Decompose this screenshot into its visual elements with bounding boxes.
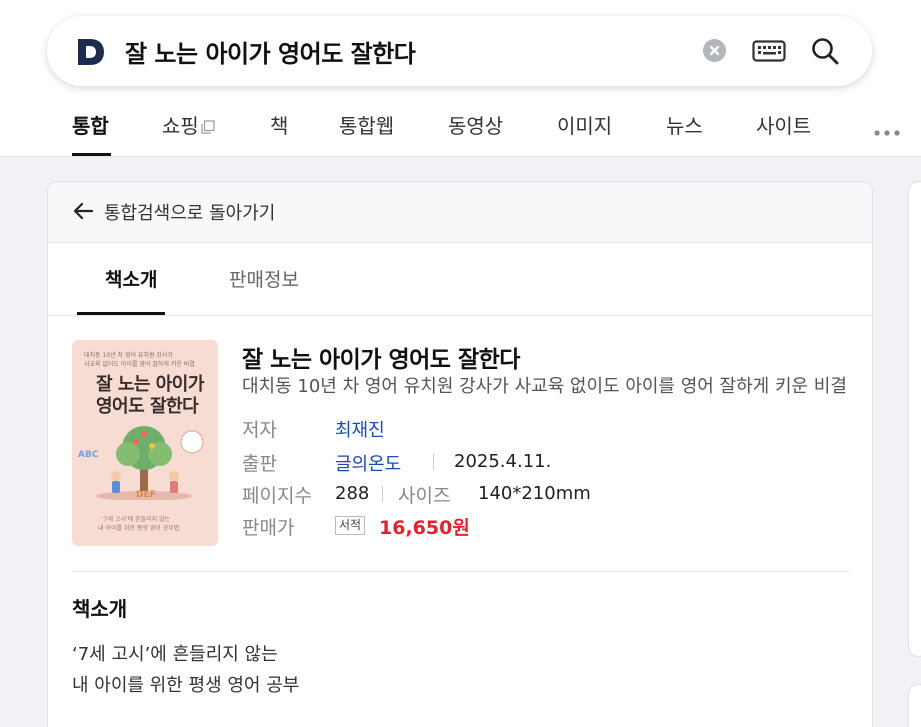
pages-label: 페이지수 [242, 485, 312, 507]
book-cover-image[interactable]: 대치동 10년 차 영어 유치원 강사가 사교육 없이도 아이를 영어 잘하게 … [72, 340, 218, 546]
adjacent-card-2 [908, 684, 921, 727]
book-title[interactable]: 잘 노는 아이가 영어도 잘한다 [242, 340, 520, 374]
separator [382, 486, 383, 502]
section-divider [72, 571, 849, 572]
tab-books[interactable]: 책 [270, 110, 288, 139]
store-badge: 서적 [335, 516, 366, 535]
subtab-sales-info[interactable]: 판매정보 [229, 265, 299, 292]
intro-heading: 책소개 [72, 597, 128, 621]
price-value[interactable]: 16,650원 [379, 513, 470, 540]
tab-images[interactable]: 이미지 [557, 110, 612, 139]
cover-letters-def: DEF [136, 490, 156, 500]
search-input[interactable]: 잘 노는 아이가 영어도 잘한다 [125, 34, 416, 69]
intro-line-2: 내 아이를 위한 평생 영어 공부 [72, 675, 300, 696]
price-label: 판매가 [242, 517, 295, 539]
cover-tagline-2: 사교육 없이도 아이를 영어 잘하게 키운 비결 [84, 361, 195, 368]
active-tab-indicator [72, 153, 111, 156]
new-window-icon [201, 115, 215, 134]
tab-shopping-label: 쇼핑 [162, 114, 199, 138]
publisher-label: 출판 [242, 453, 277, 475]
cover-letters-abc: ABC [78, 450, 99, 460]
author-label: 저자 [242, 419, 277, 441]
book-detail-card: 통합검색으로 돌아가기 책소개 판매정보 대치동 10년 차 영어 유치원 강사… [47, 181, 873, 727]
adjacent-card [908, 181, 921, 657]
book-subtitle: 대치동 10년 차 영어 유치원 강사가 사교육 없이도 아이를 영어 잘하게 … [242, 376, 847, 397]
tab-sites[interactable]: 사이트 [756, 110, 811, 139]
tab-video[interactable]: 동영상 [448, 110, 503, 139]
cover-bottom-line-1: '7세 고시'에 흔들리지 않는 [102, 516, 171, 523]
size-value: 140*210mm [478, 483, 591, 504]
separator [433, 454, 434, 470]
pages-value: 288 [335, 483, 370, 504]
clear-icon[interactable] [703, 39, 726, 62]
tab-news[interactable]: 뉴스 [666, 110, 703, 139]
active-subtab-indicator [77, 312, 165, 315]
search-box[interactable]: 잘 노는 아이가 영어도 잘한다 [47, 16, 872, 86]
arrow-left-icon [72, 200, 94, 222]
publish-date: 2025.4.11. [454, 451, 552, 472]
search-icon[interactable] [810, 36, 840, 66]
cover-illustration [96, 426, 204, 500]
keyboard-icon[interactable] [752, 40, 786, 62]
size-label: 사이즈 [398, 485, 451, 507]
cover-title-line-2: 영어도 잘한다 [96, 396, 199, 417]
publisher-link[interactable]: 글의온도 [335, 450, 401, 476]
more-icon[interactable] [873, 122, 901, 141]
back-label: 통합검색으로 돌아가기 [104, 203, 276, 224]
back-link[interactable]: 통합검색으로 돌아가기 [48, 182, 872, 243]
cover-tagline: 대치동 10년 차 영어 유치원 강사가 [84, 352, 173, 359]
daum-logo-icon[interactable] [75, 36, 107, 68]
author-link[interactable]: 최재진 [335, 416, 385, 442]
tab-shopping[interactable]: 쇼핑 [162, 110, 215, 139]
book-subtabs: 책소개 판매정보 [48, 243, 872, 316]
tab-integrated[interactable]: 통합 [72, 110, 109, 139]
tab-web[interactable]: 통합웹 [339, 110, 394, 139]
search-tabs: 통합 쇼핑 책 통합웹 동영상 이미지 뉴스 사이트 [0, 100, 921, 157]
subtab-book-intro[interactable]: 책소개 [105, 265, 157, 292]
cover-bottom-line-2: 내 아이를 위한 평생 영어 공부법 [98, 525, 180, 532]
top-bar: 잘 노는 아이가 영어도 잘한다 통합 쇼핑 책 통합웹 동영상 이미지 뉴스 … [0, 0, 921, 157]
intro-line-1: ‘7세 고시’에 흔들리지 않는 [72, 644, 278, 665]
